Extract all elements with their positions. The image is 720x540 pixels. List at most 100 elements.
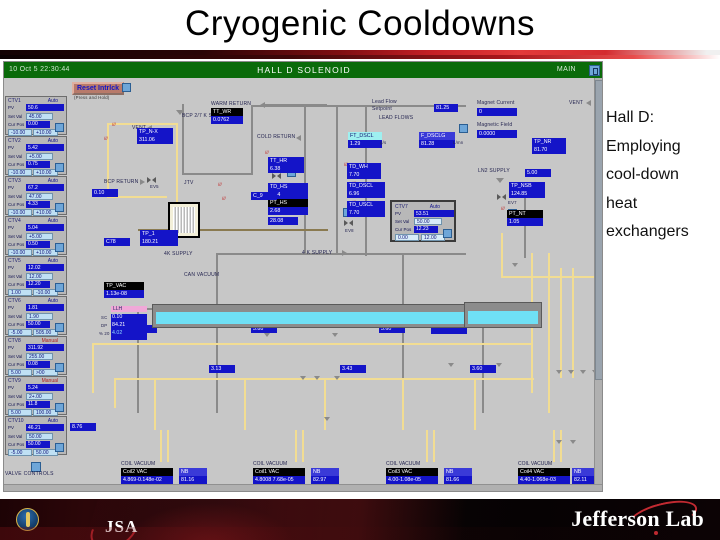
pid-pv-value: 50.6	[28, 104, 38, 111]
pid-lo-field[interactable]: -10.00	[8, 248, 32, 256]
pid-sv-label: Set Val	[8, 153, 23, 159]
jlab-dot-icon	[654, 531, 658, 535]
pid-sv-value: 12.00	[29, 273, 42, 280]
go-button-icon[interactable]	[55, 243, 64, 252]
pid-dialog-hi-field[interactable]: 12.00	[421, 234, 445, 241]
pid-lo-field[interactable]: -5.00	[8, 448, 32, 456]
pid-cp-label: Cur Pos	[8, 201, 25, 207]
go-button-icon[interactable]	[55, 363, 64, 372]
readout-238-value: 5.00	[525, 169, 551, 177]
flow-arrow-icon	[140, 179, 145, 185]
go-button-icon[interactable]	[443, 229, 452, 238]
pid-sv-field[interactable]: 12.00	[26, 272, 53, 280]
go-button-icon[interactable]	[55, 323, 64, 332]
pid-sv-field[interactable]: 2+.00	[26, 392, 53, 400]
valve-icon[interactable]	[147, 177, 156, 184]
pid-lo-field[interactable]: -10.00	[8, 168, 32, 176]
pid-lo-value: -5.00	[11, 449, 23, 456]
flow-arrow-icon	[586, 100, 591, 106]
pid-dialog-sv-value: 50.00	[417, 219, 430, 226]
readout-f-dsclg-unit: L/mn	[453, 140, 464, 145]
pid-sv-field[interactable]: 50.00	[26, 432, 53, 440]
readout-can-vac-value: 1.13e-08	[104, 290, 144, 298]
go-button-icon[interactable]	[55, 163, 64, 172]
pid-sv-field[interactable]: 45.00	[26, 112, 53, 120]
slide-title: Cryogenic Cooldowns	[185, 4, 535, 43]
pid-loop-column: CTV1 Auto PV 50.6 Set Val 45.00 Cur Pos …	[5, 96, 68, 491]
pid-lo-field[interactable]: -5.00	[8, 328, 32, 336]
scada-titlebar: 10 Oct 5 22:30:44 HALL D SOLENOID MAIN	[4, 62, 602, 78]
valve-icon[interactable]	[272, 173, 281, 180]
pid-cp-value: 0.75	[28, 160, 38, 167]
flow-arrow-icon	[296, 135, 301, 141]
label-magnet-current: Magnet Current	[477, 100, 515, 106]
pid-lo-field[interactable]: -10.00	[8, 208, 32, 216]
go-button-icon[interactable]	[459, 124, 468, 133]
pid-dialog-pv-bar: 53.51	[414, 210, 454, 217]
pid-dialog-ctv7[interactable]: CTV7 Auto PV 53.51 Set Val 50.00 Cur Pos…	[390, 200, 456, 242]
pid-sv-field[interactable]: +5.00	[26, 152, 53, 160]
readout-td-uscl-tag: TD_USCL	[347, 201, 385, 209]
pid-lo-value: 5.00	[11, 369, 21, 376]
pid-lo-field[interactable]: 5.00	[8, 408, 32, 416]
readout-tp-nsb-tag: TP_NSB	[509, 182, 545, 190]
pid-sv-field[interactable]: +5.00	[26, 232, 53, 240]
pid-pv-label: PV	[8, 265, 15, 270]
readout-ft-dscl-unit: g/s	[380, 140, 387, 145]
ln2-pipe	[501, 233, 503, 278]
valve-marker-icon	[314, 376, 320, 380]
pid-loop-ctv9[interactable]: CTV9 Manual PV 5.24 Set Val 2+.00 Cur Po…	[5, 376, 67, 416]
pid-loop-ctv1[interactable]: CTV1 Auto PV 50.6 Set Val 45.00 Cur Pos …	[5, 96, 67, 136]
coil1-vacuum-tag: Coil1 VAC	[253, 468, 305, 476]
pid-loop-ctv8[interactable]: CTV8 Manual PV 311.92 Set Val 255.00 Cur…	[5, 336, 67, 376]
pid-loop-ctv4[interactable]: CTV4 Auto PV 5.04 Set Val +5.00 Cur Pos …	[5, 216, 67, 256]
pid-pv-value: 5.24	[28, 384, 38, 391]
valve-icon[interactable]	[344, 220, 353, 227]
pid-sv-label: Set Val	[8, 433, 23, 439]
vertical-scrollbar[interactable]	[594, 78, 602, 491]
window-icon[interactable]	[589, 64, 600, 76]
pid-dialog-sv-field[interactable]: 50.00	[414, 218, 442, 225]
go-button-icon[interactable]	[122, 83, 131, 92]
pid-sv-field[interactable]: 255.00	[26, 352, 53, 360]
pid-lo-field[interactable]: 5.00	[8, 368, 32, 376]
pid-loop-ctv6[interactable]: CTV6 Auto PV 1.81 Set Val 1.90 Cur Pos 5…	[5, 296, 67, 336]
go-button-icon[interactable]	[55, 443, 64, 452]
title-divider-accent	[0, 55, 720, 59]
ln2-pipe	[244, 378, 246, 430]
pid-sv-label: Set Val	[8, 273, 23, 279]
go-button-icon[interactable]	[55, 403, 64, 412]
horizontal-scrollbar[interactable]	[4, 484, 602, 491]
pid-loop-ctv2[interactable]: CTV2 Auto PV 5.42 Set Val +5.00 Cur Pos …	[5, 136, 67, 176]
pid-dialog-lo-field[interactable]: 0.00	[395, 234, 419, 241]
pid-cp-value: 0.00	[28, 120, 38, 127]
valve-icon[interactable]	[497, 194, 506, 201]
pid-cp-bar: 50.00	[26, 320, 50, 328]
valve-marker-icon	[300, 376, 306, 380]
pid-loop-ctv10[interactable]: CTV10 Auto PV 46.21 Set Val 50.00 Cur Po…	[5, 416, 67, 456]
valve-marker-icon	[570, 440, 576, 444]
pid-sv-field[interactable]: 1.90	[26, 312, 53, 320]
pid-lo-field[interactable]: -10.00	[8, 128, 32, 136]
pid-loop-ctv3[interactable]: CTV3 Auto PV 67.2 Set Val 47.00 Cur Pos …	[5, 176, 67, 216]
go-button-icon[interactable]	[55, 123, 64, 132]
pid-sv-field[interactable]: 47.00	[26, 192, 53, 200]
pid-pv-bar: 67.2	[26, 184, 64, 191]
ln2-pipe	[474, 378, 476, 430]
pipe-segment	[365, 106, 367, 256]
reset-interlock-button[interactable]: Reset Intrlck	[72, 82, 125, 95]
pid-pv-value: 5.04	[28, 224, 38, 231]
go-button-icon[interactable]	[55, 203, 64, 212]
readout-tp-nx-value: 311.06	[137, 136, 173, 144]
pid-cp-label: Cur Pos	[8, 361, 25, 367]
coil1-nb-value: 82.97	[311, 476, 339, 484]
label-ev8: EV8	[345, 228, 354, 233]
vertical-scrollbar-thumb[interactable]	[595, 80, 602, 380]
readout-tt-wr-value: 0.0762	[211, 116, 243, 124]
pid-loop-ctv5[interactable]: CTV5 Auto PV 12.02 Set Val 12.00 Cur Pos…	[5, 256, 67, 296]
coil1-vacuum-label: COIL VACUUM	[253, 461, 288, 467]
pid-lo-field[interactable]: 1.00	[8, 288, 32, 296]
readout-lh-v1: 0.10	[112, 314, 123, 320]
label-lead-flows-b: Setpoint	[372, 106, 392, 112]
go-button-icon[interactable]	[55, 283, 64, 292]
